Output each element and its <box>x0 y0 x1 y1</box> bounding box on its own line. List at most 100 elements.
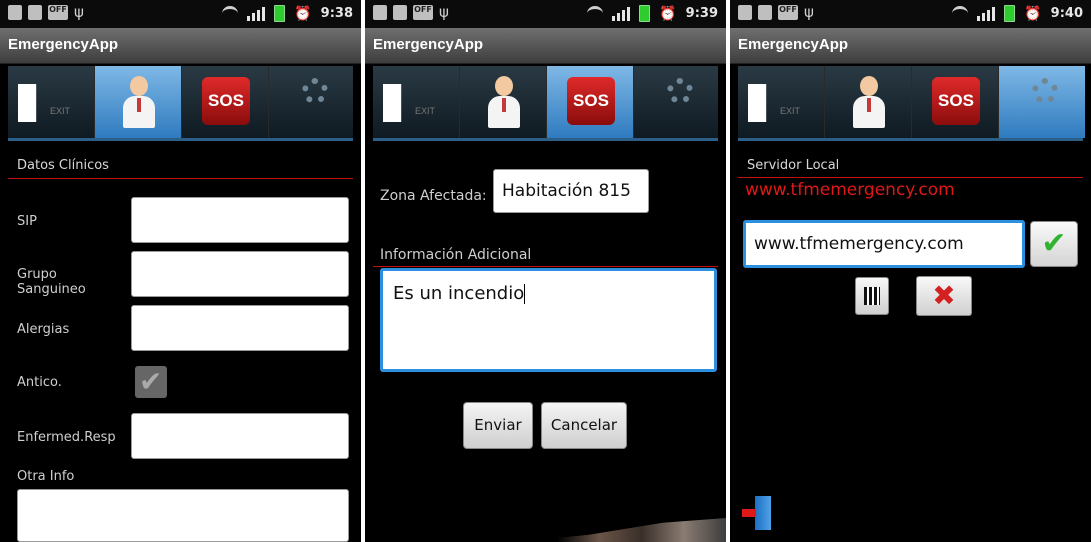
tab-settings[interactable] <box>269 66 355 138</box>
divider <box>373 266 718 267</box>
divider <box>8 178 353 179</box>
status-bar: OFF ψ ⏰ 9:40 <box>730 0 1091 28</box>
clock: 9:38 <box>320 6 353 21</box>
section-header: Datos Clínicos <box>17 158 109 173</box>
battery-icon <box>639 5 651 22</box>
respiratory-disease-label: Enfermed.Resp <box>17 430 116 445</box>
allergies-input[interactable] <box>131 305 349 351</box>
sos-icon: SOS <box>567 77 615 125</box>
tab-exit[interactable]: EXIT <box>738 66 825 138</box>
clock: 9:39 <box>685 6 718 21</box>
additional-info-textarea[interactable]: Es un incendio <box>380 268 717 372</box>
facebook-notification-icon <box>8 5 22 20</box>
app-title: EmergencyApp <box>8 36 119 53</box>
current-server-url: www.tfmemergency.com <box>745 180 955 200</box>
tab-exit[interactable]: EXIT <box>8 66 95 138</box>
running-man-icon <box>18 84 37 122</box>
usb-icon: ψ <box>74 3 84 21</box>
facebook-notification-icon <box>393 5 407 20</box>
blood-type-label: Grupo Sanguineo <box>17 267 86 297</box>
screen-sos: OFF ψ ⏰ 9:39 EmergencyApp EXIT SOS Zona … <box>365 0 726 542</box>
sos-icon: SOS <box>932 77 980 125</box>
battery-icon <box>274 5 286 22</box>
running-man-icon <box>383 84 402 122</box>
signal-icon <box>612 6 631 21</box>
affected-zone-label: Zona Afectada: <box>380 188 487 204</box>
off-badge-icon: OFF <box>778 5 798 20</box>
app-title-bar: EmergencyApp <box>730 28 1091 64</box>
additional-info-text: Es un incendio <box>393 283 525 304</box>
doctor-icon <box>488 76 520 128</box>
alarm-icon: ⏰ <box>1024 5 1042 22</box>
allergies-label: Alergias <box>17 322 70 337</box>
section-header: Servidor Local <box>747 158 840 173</box>
clock: 9:40 <box>1050 6 1083 21</box>
anticoagulant-label: Antico. <box>17 375 62 390</box>
usb-icon: ψ <box>804 3 814 21</box>
wifi-icon <box>587 6 604 21</box>
usb-icon: ψ <box>439 3 449 21</box>
tab-exit[interactable]: EXIT <box>373 66 460 138</box>
off-badge-icon: OFF <box>413 5 433 20</box>
wifi-icon <box>222 6 239 21</box>
server-url-input[interactable]: www.tfmemergency.com <box>743 220 1025 268</box>
exit-label: EXIT <box>50 106 71 116</box>
anticoagulant-checkbox[interactable] <box>135 365 167 398</box>
divider <box>738 177 1083 178</box>
sip-label: SIP <box>17 214 37 229</box>
exit-label: EXIT <box>780 106 801 116</box>
gear-icon <box>1032 78 1058 104</box>
text-cursor <box>524 284 526 304</box>
doctor-icon <box>853 76 885 128</box>
checkmark-icon: ✔ <box>1041 226 1067 261</box>
exit-label: EXIT <box>415 106 436 116</box>
clear-button[interactable]: ✖ <box>916 276 972 316</box>
facebook-notification-icon <box>28 5 42 20</box>
tab-bar: EXIT SOS <box>8 66 353 141</box>
tab-sos[interactable]: SOS <box>182 66 269 138</box>
sip-input[interactable] <box>131 197 349 243</box>
close-icon: ✖ <box>932 279 956 312</box>
facebook-notification-icon <box>758 5 772 20</box>
logout-icon[interactable] <box>742 496 774 530</box>
off-badge-icon: OFF <box>48 5 68 20</box>
tab-sos[interactable]: SOS <box>547 66 634 138</box>
alarm-icon: ⏰ <box>659 5 677 22</box>
doctor-icon <box>123 76 155 128</box>
tab-clinical-data[interactable] <box>825 66 912 138</box>
affected-zone-input[interactable]: Habitación 815 <box>493 169 649 213</box>
send-button[interactable]: Enviar <box>463 402 533 449</box>
tab-bar: EXIT SOS <box>373 66 718 141</box>
qr-scan-button[interactable] <box>855 277 889 315</box>
screen-clinical-data: OFF ψ ⏰ 9:38 EmergencyApp EXIT SOS Datos… <box>0 0 361 542</box>
tab-sos[interactable]: SOS <box>912 66 999 138</box>
other-info-input[interactable] <box>17 489 349 542</box>
additional-info-label: Información Adicional <box>380 247 532 263</box>
tab-settings[interactable] <box>634 66 720 138</box>
app-title: EmergencyApp <box>738 36 849 53</box>
screen-settings: OFF ψ ⏰ 9:40 EmergencyApp EXIT SOS Servi… <box>730 0 1091 542</box>
wifi-icon <box>952 6 969 21</box>
respiratory-disease-input[interactable] <box>131 413 349 459</box>
tab-settings[interactable] <box>999 66 1085 138</box>
sos-icon: SOS <box>202 77 250 125</box>
battery-icon <box>1004 5 1016 22</box>
status-bar: OFF ψ ⏰ 9:39 <box>365 0 726 28</box>
tab-clinical-data[interactable] <box>460 66 547 138</box>
tab-clinical-data[interactable] <box>95 66 182 138</box>
blood-type-input[interactable] <box>131 251 349 297</box>
app-title-bar: EmergencyApp <box>365 28 726 64</box>
confirm-button[interactable]: ✔ <box>1030 221 1078 267</box>
app-title: EmergencyApp <box>373 36 484 53</box>
cancel-button[interactable]: Cancelar <box>541 402 627 449</box>
signal-icon <box>247 6 266 21</box>
status-bar: OFF ψ ⏰ 9:38 <box>0 0 361 28</box>
running-man-icon <box>748 84 767 122</box>
camera-preview-strip <box>515 518 726 542</box>
app-title-bar: EmergencyApp <box>0 28 361 64</box>
gear-icon <box>667 78 693 104</box>
facebook-notification-icon <box>373 5 387 20</box>
tab-bar: EXIT SOS <box>738 66 1085 141</box>
alarm-icon: ⏰ <box>294 5 312 22</box>
gear-icon <box>302 78 328 104</box>
